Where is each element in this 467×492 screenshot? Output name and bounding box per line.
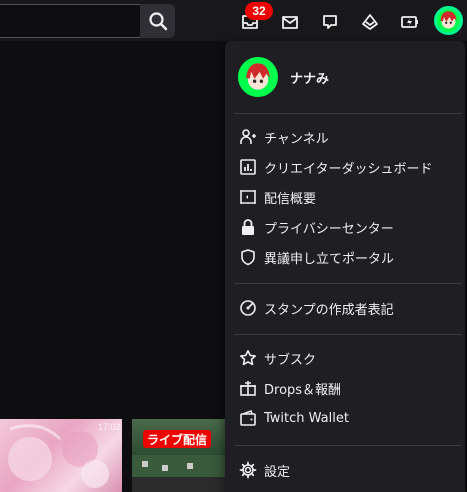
menu-item-creator-dashboard[interactable]: クリエイターダッシュボード — [239, 153, 457, 181]
lock-icon — [242, 219, 254, 235]
menu-item-label: クリエイターダッシュボード — [264, 161, 433, 177]
star-icon — [240, 350, 256, 366]
avatar-image — [241, 60, 275, 94]
prime-gaming-icon — [362, 14, 378, 30]
menu-item-sticker-credits[interactable]: スタンプの作成者表記 — [239, 294, 457, 322]
whispers-button[interactable] — [316, 8, 344, 36]
sticker-icon — [240, 300, 256, 316]
gift-icon — [240, 381, 256, 396]
live-badge: ライブ配信 — [143, 430, 212, 448]
gear-icon — [239, 461, 257, 479]
search-icon — [148, 12, 167, 31]
username: ナナみ — [290, 71, 330, 87]
mail-button[interactable] — [276, 8, 304, 36]
menu-item-subscriptions[interactable]: サブスク — [239, 344, 457, 372]
avatar-image — [437, 9, 460, 32]
top-nav-bar: 32 — [0, 0, 467, 41]
menu-item-label: 配信概要 — [264, 191, 317, 207]
menu-divider — [235, 113, 461, 114]
user-menu-dropdown: ナナみ チャンネル クリエイターダッシュボード 配信概要 プライバシーセンター … — [225, 41, 465, 492]
search-button[interactable] — [140, 4, 175, 38]
menu-item-label: Twitch Wallet — [264, 410, 349, 426]
shield-icon — [241, 249, 255, 266]
menu-item-label: スタンプの作成者表記 — [264, 302, 394, 318]
menu-item-settings[interactable]: 設定 — [239, 456, 457, 484]
menu-divider — [235, 445, 461, 446]
menu-item-label: 設定 — [264, 464, 291, 480]
bits-button[interactable] — [396, 8, 424, 36]
bits-icon — [401, 16, 418, 28]
notification-count-badge: 32 — [245, 2, 273, 20]
menu-divider — [235, 283, 461, 284]
menu-item-label: サブスク — [264, 352, 317, 368]
menu-item-label: プライバシーセンター — [264, 221, 394, 237]
main-content-area — [0, 41, 225, 419]
menu-item-label: 異議申し立てポータル — [264, 251, 395, 267]
menu-item-privacy-center[interactable]: プライバシーセンター — [239, 213, 457, 241]
avatar — [238, 57, 278, 97]
whispers-icon — [323, 15, 337, 29]
person-icon — [240, 129, 256, 144]
menu-item-stream-summary[interactable]: 配信概要 — [239, 183, 457, 211]
wallet-icon — [240, 409, 256, 426]
dashboard-icon — [240, 159, 256, 175]
prime-gaming-button[interactable] — [356, 8, 384, 36]
menu-item-drops-rewards[interactable]: Drops＆報酬 — [239, 374, 457, 402]
menu-user-header[interactable]: ナナみ — [238, 57, 329, 97]
stream-summary-icon — [240, 190, 256, 204]
search-input[interactable] — [0, 4, 140, 38]
menu-item-channel[interactable]: チャンネル — [239, 123, 457, 151]
user-avatar-button[interactable] — [434, 6, 463, 35]
menu-divider — [235, 334, 461, 335]
menu-item-twitch-wallet[interactable]: Twitch Wallet — [239, 404, 457, 432]
menu-item-label: チャンネル — [264, 131, 329, 147]
thumbnail-time: 17:02 — [98, 422, 121, 432]
menu-item-label: Drops＆報酬 — [264, 382, 342, 398]
menu-item-appeals-portal[interactable]: 異議申し立てポータル — [239, 243, 457, 271]
mail-icon — [282, 16, 298, 29]
